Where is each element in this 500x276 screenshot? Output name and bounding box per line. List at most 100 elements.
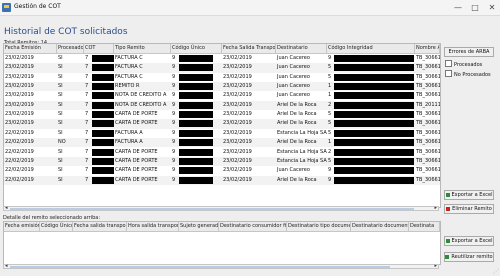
checkbox-icon[interactable]: [445, 70, 452, 77]
cell-fecha: 23/02/2019: [5, 101, 34, 108]
redaction-bar: [334, 64, 414, 72]
detail-horizontal-scrollbar[interactable]: ◂ ▸: [3, 263, 439, 269]
redaction-bar: [92, 157, 114, 165]
table-row[interactable]: 23/02/2019 SI 7 NOTA DE CREDITO A 9 23/02/201…: [4, 91, 440, 100]
exportar-excel-button[interactable]: Exportar a Excel: [444, 190, 494, 200]
redaction-bar: [334, 92, 414, 100]
redaction-bar: [334, 120, 414, 128]
reuse-icon: [445, 255, 450, 259]
cell-dest: Estancia La Hoja SA: [277, 148, 327, 155]
table-row[interactable]: 23/02/2019 SI 7 REMITO R 9 23/02/2019 Juan Cac…: [4, 82, 440, 92]
cell-salida: 23/02/2019: [223, 139, 252, 146]
cell-salida: 23/02/2019: [223, 101, 252, 108]
scroll-right-arrow-icon[interactable]: ▸: [434, 263, 437, 269]
redaction-bar: [179, 83, 213, 91]
cell-fecha: 23/02/2019: [5, 120, 34, 127]
column-header-codigo-integridad[interactable]: Código Integridad: [327, 44, 415, 53]
cell-archivo: TB_306618: [416, 139, 440, 146]
table-row[interactable]: 23/02/2019 SI 7 CARTA DE PORTE 9 23/02/2019 Ar…: [4, 110, 440, 119]
table-row[interactable]: 22/02/2019 NO 7 FACTURA A 9 23/02/2019 Ariel D…: [4, 138, 440, 148]
cell-dest: Juan Cacereo: [277, 92, 310, 99]
cell-procesado: NO: [58, 139, 66, 146]
cell-procesado: SI: [58, 157, 63, 164]
cell-procesado: SI: [58, 101, 63, 108]
column-header-nombre-archivo[interactable]: Nombre Arc: [415, 44, 440, 53]
redaction-bar: [334, 167, 414, 175]
detail-column-tipo-documento[interactable]: Destinatario tipo documento: [287, 222, 351, 231]
no-procesados-checkbox[interactable]: No Procesados: [445, 70, 491, 78]
scrollbar-thumb[interactable]: [10, 266, 390, 268]
column-header-tipo-remito[interactable]: Tipo Remito: [114, 44, 171, 53]
cell-fecha: 22/02/2019: [5, 148, 34, 155]
redaction-bar: [179, 101, 213, 109]
errores-arba-button[interactable]: Errores de ARBA: [444, 47, 494, 57]
table-row[interactable]: 22/02/2019 SI 7 CARTA DE PORTE 9 23/02/2019 Es…: [4, 148, 440, 157]
cot-history-table: Fecha Emisión Procesado COT Tipo Remito …: [3, 43, 441, 208]
table-row[interactable]: 22/02/2019 SI 7 FACTURA A 9 23/02/2019 Estanci…: [4, 129, 440, 138]
eliminar-remito-button[interactable]: Eliminar Remito: [444, 204, 494, 214]
detail-column-hora-salida[interactable]: Hora salida transporte: [127, 222, 179, 231]
procesados-label: Procesados: [454, 62, 483, 68]
cell-procesado: SI: [58, 64, 63, 71]
scroll-right-arrow-icon[interactable]: ▸: [434, 205, 437, 211]
maximize-button[interactable]: □: [469, 2, 481, 13]
cell-tipo: NOTA DE CREDITO A: [115, 92, 167, 99]
column-header-procesado[interactable]: Procesado: [57, 44, 84, 53]
cell-tipo: NOTA DE CREDITO A: [115, 101, 167, 108]
column-header-destinatario[interactable]: Destinatario: [276, 44, 327, 53]
cell-archivo: TB_306618: [416, 120, 440, 127]
cell-tipo: FACTURA A: [115, 129, 143, 136]
minimize-button[interactable]: —: [452, 2, 464, 13]
table-row[interactable]: 23/02/2019 SI 7 NOTA DE CREDITO A 9 23/02/201…: [4, 100, 440, 111]
redaction-bar: [179, 120, 213, 128]
detail-column-codigo-unico[interactable]: Código Único: [40, 222, 73, 231]
redaction-bar: [334, 129, 414, 137]
column-header-cot[interactable]: COT: [84, 44, 114, 53]
table-row[interactable]: 23/02/2019 SI 7 CARTA DE PORTE 9 23/02/2019 Ar…: [4, 119, 440, 129]
table-horizontal-scrollbar[interactable]: ◂ ▸: [3, 205, 439, 211]
resize-grip-icon[interactable]: ⋰: [493, 268, 499, 275]
cell-archivo: TB_306618: [416, 92, 440, 99]
detail-column-consumidor-final[interactable]: Destinatario consumidor final: [219, 222, 287, 231]
detail-column-destinatario[interactable]: Destinata: [409, 222, 440, 231]
table-row[interactable]: 22/02/2019 SI 7 CARTA DE PORTE 9 23/02/2019 Ju…: [4, 166, 440, 175]
detail-column-fecha-salida[interactable]: Fecha salida transporte: [73, 222, 127, 231]
table-row[interactable]: 22/02/2019 SI 7 CARTA DE PORTE 9 23/02/2019 Ar…: [4, 175, 440, 185]
redaction-bar: [92, 148, 114, 156]
redaction-bar: [334, 83, 414, 91]
redaction-bar: [179, 167, 213, 175]
procesados-checkbox[interactable]: Procesados: [445, 60, 482, 68]
close-button[interactable]: ✕: [486, 2, 498, 13]
redaction-bar: [92, 167, 114, 175]
cell-archivo: TB_306618: [416, 157, 440, 164]
redaction-bar: [92, 101, 114, 109]
cell-tipo: CARTA DE PORTE: [115, 120, 158, 127]
cell-archivo: TB_306618: [416, 148, 440, 155]
column-header-fecha-salida[interactable]: Fecha Salida Transporte: [222, 44, 276, 53]
cell-tipo: CARTA DE PORTE: [115, 148, 158, 155]
scrollbar-thumb[interactable]: [10, 208, 414, 210]
redaction-bar: [92, 73, 114, 81]
reutilizar-remito-button[interactable]: Reutilizar remito: [444, 252, 494, 262]
cell-procesado: SI: [58, 83, 63, 90]
scroll-left-arrow-icon[interactable]: ◂: [5, 205, 8, 211]
column-header-fecha-emision[interactable]: Fecha Emisión: [4, 44, 57, 53]
column-header-codigo-unico[interactable]: Código Único: [171, 44, 222, 53]
excel-icon: [445, 239, 450, 243]
detail-column-fecha-emision[interactable]: Fecha emisión: [4, 222, 40, 231]
cell-procesado: SI: [58, 148, 63, 155]
detail-column-documento[interactable]: Destinatario documento: [351, 222, 409, 231]
exportar-excel-detail-button[interactable]: Exportar a Excel: [444, 236, 494, 246]
checkbox-icon[interactable]: [445, 60, 452, 67]
detail-column-sujeto-generador[interactable]: Sujeto generador: [179, 222, 219, 231]
redaction-bar: [179, 64, 213, 72]
scroll-left-arrow-icon[interactable]: ◂: [5, 263, 8, 269]
cell-salida: 23/02/2019: [223, 92, 252, 99]
table-row[interactable]: 22/02/2019 SI 7 CARTA DE PORTE 9 23/02/2019 Es…: [4, 156, 440, 167]
table-row[interactable]: 23/02/2019 SI 7 FACTURA C 9 23/02/2019 Juan Ca…: [4, 54, 440, 63]
table-row[interactable]: 23/02/2019 SI 7 FACTURA C 9 23/02/2019 Juan Ca…: [4, 63, 440, 73]
redaction-bar: [92, 55, 114, 62]
cell-salida: 23/02/2019: [223, 176, 252, 183]
cell-archivo: TB_306618: [416, 111, 440, 118]
table-row[interactable]: 23/02/2019 SI 7 FACTURA C 9 23/02/2019 Juan Ca…: [4, 73, 440, 82]
